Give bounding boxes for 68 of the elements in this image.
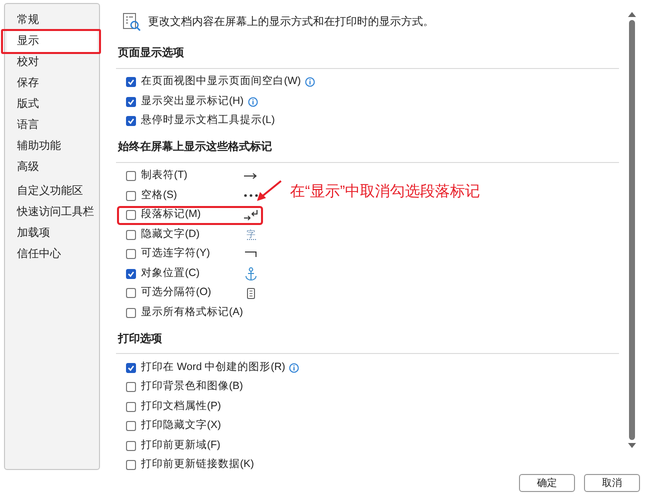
sidebar-item[interactable]: 辅助功能 [7,136,97,157]
checkbox-label[interactable]: 对象位置(C) [141,266,241,282]
annotation-arrow [256,180,282,202]
hyphen-mark-icon [245,251,257,258]
checkbox-label[interactable]: 显示所有格式标记(A) [141,304,241,321]
checkbox[interactable] [126,382,136,392]
info-icon[interactable] [304,77,315,88]
intro-text: 更改文档内容在屏幕上的显示方式和在打印时的显示方式。 [148,14,434,30]
checkbox[interactable] [126,77,136,88]
separator-mark-icon [247,288,255,299]
anchor-icon [245,266,257,281]
annotation-text: 在“显示”中取消勾选段落标记 [290,182,480,202]
sidebar-item[interactable]: 高级 [7,157,97,178]
section-heading: 页面显示选项 [118,46,185,61]
info-icon[interactable] [248,96,258,107]
sidebar-item[interactable]: 显示 [7,31,97,52]
checkbox[interactable] [126,308,136,318]
sidebar-item[interactable]: 常规 [7,10,97,31]
checkbox[interactable] [126,210,136,220]
section-heading: 始终在屏幕上显示这些格式标记 [118,140,273,155]
info-icon[interactable] [289,362,300,373]
arrow-right-icon [244,173,258,180]
checkbox-label[interactable]: 打印前更新链接数据(K) [141,457,254,474]
checkbox[interactable] [126,402,136,412]
checkbox-label[interactable]: 打印在 Word 中创建的图形(R) [141,360,286,376]
sidebar-item[interactable]: 校对 [7,52,97,73]
checkbox[interactable] [126,460,136,470]
checkbox[interactable] [126,268,136,279]
checkbox-label[interactable]: 在页面视图中显示页面间空白(W) [141,74,301,90]
document-search-icon [122,12,142,32]
checkbox-label[interactable]: 可选连字符(Y) [141,246,241,262]
checkbox[interactable] [126,230,136,240]
checkbox-label[interactable]: 可选分隔符(O) [141,285,241,302]
checkbox-label[interactable]: 打印隐藏文字(X) [141,418,221,434]
sidebar-item[interactable]: 保存 [7,73,97,94]
section-heading: 打印选项 [118,332,163,346]
scrollbar-thumb[interactable] [629,20,635,440]
sidebar-item[interactable]: 自定义功能区 [7,181,97,202]
checkbox[interactable] [126,116,136,126]
sidebar-item[interactable]: 加载项 [7,223,97,244]
checkbox-label[interactable]: 显示突出显示标记(H) [141,94,244,110]
checkbox[interactable] [126,288,136,298]
dots-icon [244,194,258,198]
checkbox-label[interactable]: 隐藏文字(D) [141,226,241,243]
checkbox[interactable] [126,96,136,107]
checkbox-label[interactable]: 段落标记(M) [141,207,241,224]
checkbox[interactable] [126,421,136,432]
checkbox-label[interactable]: 打印文档属性(P) [141,398,221,415]
sidebar-item[interactable]: 快速访问工具栏 [7,202,97,223]
checkbox-label[interactable]: 悬停时显示文档工具提示(L) [141,113,275,130]
checkbox-label[interactable]: 打印背景色和图像(B) [141,379,243,396]
checkbox[interactable] [126,190,136,201]
checkbox[interactable] [126,171,136,182]
checkbox[interactable] [126,440,136,451]
dialog-button[interactable]: 确定 [519,474,575,492]
dialog-button[interactable]: 取消 [584,474,640,492]
sidebar-item[interactable]: 信任中心 [7,244,97,265]
hidden-text-mark: 字 [246,229,256,240]
checkbox-label[interactable]: 空格(S) [141,188,241,204]
checkbox-label[interactable]: 制表符(T) [141,168,241,184]
sidebar-item[interactable]: 语言 [7,115,97,136]
sidebar-item[interactable]: 版式 [7,94,97,115]
scroll-up-icon[interactable] [628,11,636,17]
checkbox[interactable] [126,362,136,373]
scroll-down-icon[interactable] [628,443,636,449]
checkbox-label[interactable]: 打印前更新域(F) [141,438,220,454]
paragraph-mark-icon [244,209,258,222]
checkbox[interactable] [126,249,136,260]
